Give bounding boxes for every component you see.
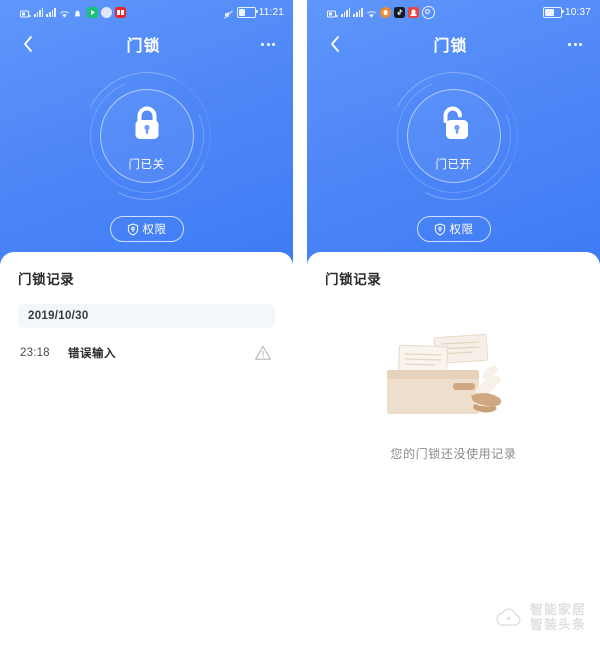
status-bar-clock: 11:21 <box>258 6 284 18</box>
signal-bars-icon <box>46 7 56 17</box>
sim-card-icon <box>20 7 31 18</box>
chevron-left-icon <box>330 36 339 52</box>
status-bar-unlocked: 10:37 <box>307 0 600 24</box>
more-menu-button[interactable] <box>253 34 275 54</box>
battery-icon <box>236 6 258 18</box>
more-menu-button[interactable] <box>560 34 582 54</box>
phone-screen-unlocked: 10:37 门锁 门已开 权限 门锁记录 您的门锁还没使用记录 <box>307 0 600 646</box>
status-bar-left-icons <box>327 5 435 19</box>
signal-bars-icon <box>353 7 363 17</box>
warning-triangle-icon <box>254 344 272 362</box>
record-date-group: 2019/10/30 <box>18 304 275 328</box>
circle-app-icon <box>421 5 435 19</box>
battery-icon <box>542 6 564 18</box>
lock-open-icon <box>435 104 473 149</box>
hero-panel-unlocked: 10:37 门锁 门已开 权限 <box>307 0 600 266</box>
sim-card-icon <box>327 7 338 18</box>
more-dots-icon <box>568 42 571 46</box>
page-title: 门锁 <box>433 38 468 55</box>
permission-button-label: 权限 <box>142 224 167 236</box>
hero-panel-locked: 11:21 门锁 门已关 权限 <box>0 0 293 266</box>
records-card-locked: 门锁记录 2019/10/30 23:18 错误输入 <box>0 252 293 632</box>
empty-state: 您的门锁还没使用记录 <box>325 330 582 462</box>
more-dots-icon <box>266 42 270 46</box>
orange-app-icon <box>379 6 391 18</box>
red-app-icon <box>114 6 126 18</box>
wifi-icon <box>59 7 70 18</box>
nav-bar-locked: 门锁 <box>0 24 293 64</box>
status-bar-locked: 11:21 <box>0 0 293 24</box>
page-title: 门锁 <box>126 38 161 55</box>
more-dots-icon <box>261 42 264 46</box>
nav-bar-unlocked: 门锁 <box>307 24 600 64</box>
mute-icon <box>223 7 234 19</box>
table-row[interactable]: 23:18 错误输入 <box>18 336 275 370</box>
shield-keyhole-icon <box>434 222 445 236</box>
status-bar-right-locked: 11:21 <box>223 6 284 19</box>
record-event: 错误输入 <box>68 348 116 360</box>
phone-screen-locked: 11:21 门锁 门已关 权限 门锁记录 2019/10/30 23:18 错误… <box>0 0 293 646</box>
signal-bars-icon <box>341 7 351 17</box>
more-dots-icon <box>573 42 577 46</box>
record-time: 23:18 <box>20 347 50 359</box>
status-bar-clock: 10:37 <box>564 6 591 18</box>
red-app-icon <box>407 6 419 18</box>
permission-button[interactable]: 权限 <box>109 216 184 242</box>
lock-status-label: 门已开 <box>435 159 472 171</box>
wifi-icon <box>366 7 377 18</box>
chevron-left-icon <box>23 36 32 52</box>
more-dots-icon <box>272 42 275 46</box>
shield-keyhole-icon <box>127 222 138 236</box>
permission-button-label: 权限 <box>449 224 474 236</box>
records-title: 门锁记录 <box>325 272 382 287</box>
lock-closed-icon <box>130 104 164 149</box>
status-bar-right-unlocked: 10:37 <box>542 6 591 18</box>
notification-dot-icon <box>73 7 84 18</box>
records-title: 门锁记录 <box>18 272 75 287</box>
signal-bars-icon <box>34 7 44 17</box>
status-bar-left-icons <box>20 6 126 18</box>
lock-status-widget-locked[interactable]: 门已关 <box>65 55 228 217</box>
lock-status-label: 门已关 <box>128 159 165 171</box>
lock-inner-content: 门已开 <box>408 90 500 182</box>
lock-inner-content: 门已关 <box>101 90 193 182</box>
records-card-unlocked: 门锁记录 您的门锁还没使用记录 <box>307 252 600 632</box>
screenshot-root: 11:21 门锁 门已关 权限 门锁记录 2019/10/30 23:18 错误… <box>0 0 600 646</box>
more-dots-icon <box>579 42 582 46</box>
message-app-icon <box>100 6 112 18</box>
empty-box-papers-icon <box>379 330 529 431</box>
empty-state-message: 您的门锁还没使用记录 <box>390 447 517 461</box>
permission-button[interactable]: 权限 <box>416 216 491 242</box>
lock-status-widget-unlocked[interactable]: 门已开 <box>372 55 535 217</box>
tiktok-app-icon <box>393 6 405 18</box>
play-app-icon <box>86 6 98 18</box>
